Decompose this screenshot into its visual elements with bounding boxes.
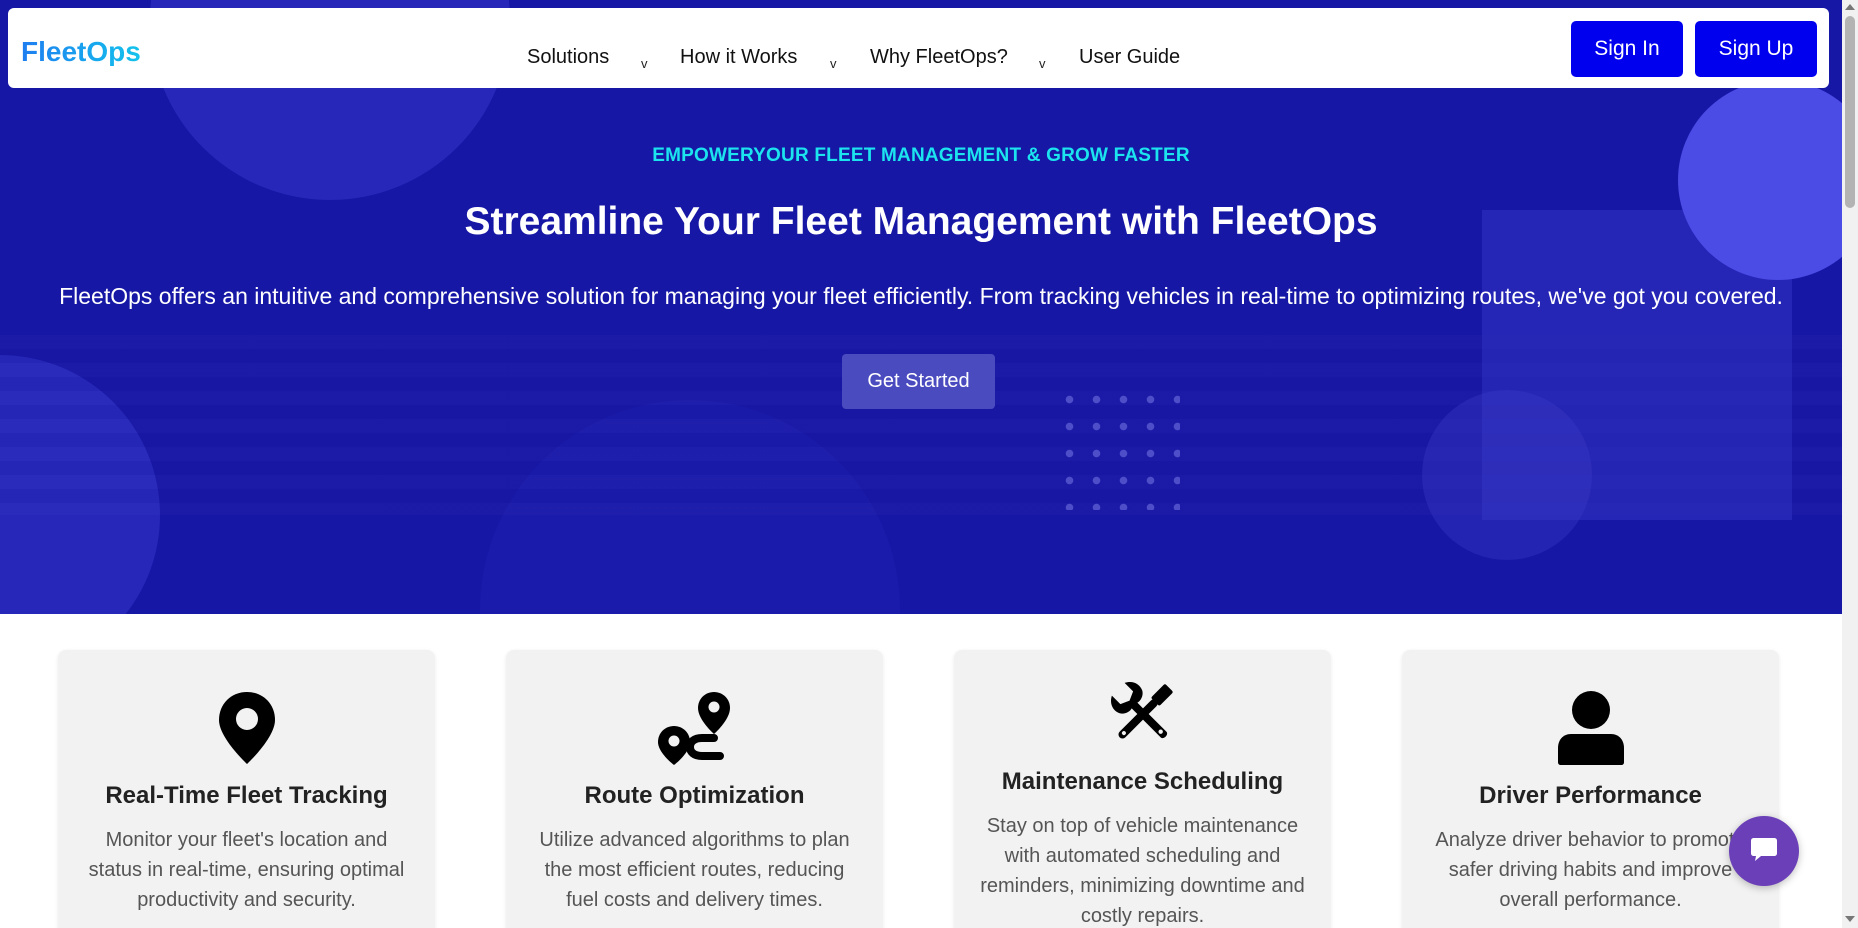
feature-card-route: Route Optimization Utilize advanced algo… <box>506 650 883 928</box>
feature-card-tracking: Real-Time Fleet Tracking Monitor your fl… <box>58 650 435 928</box>
top-navbar: FleetOps Solutions v How it Works v Why … <box>8 8 1829 88</box>
map-pin-icon <box>58 690 435 766</box>
chevron-down-icon[interactable]: v <box>641 56 648 71</box>
nav-item-how-it-works[interactable]: How it Works <box>680 46 797 69</box>
vertical-scrollbar[interactable] <box>1842 0 1858 928</box>
brand-logo[interactable]: FleetOps <box>21 38 141 66</box>
hero-subtitle: FleetOps offers an intuitive and compreh… <box>59 283 1783 309</box>
nav-item-solutions[interactable]: Solutions <box>527 46 609 69</box>
feature-description: Analyze driver behavior to promote safer… <box>1435 829 1746 911</box>
hero-title: Streamline Your Fleet Management with Fl… <box>464 200 1378 243</box>
chat-bubble-icon <box>1750 836 1778 867</box>
feature-title: Maintenance Scheduling <box>1001 768 1284 795</box>
feature-description: Monitor your fleet's location and status… <box>88 829 405 911</box>
feature-description: Stay on top of vehicle maintenance with … <box>980 815 1305 927</box>
route-icon <box>506 690 883 766</box>
feature-card-maintenance: Maintenance Scheduling Stay on top of ve… <box>954 650 1331 928</box>
scrollbar-thumb[interactable] <box>1845 16 1855 208</box>
feature-title: Real-Time Fleet Tracking <box>105 782 388 809</box>
feature-title: Route Optimization <box>584 782 805 809</box>
feature-title: Driver Performance <box>1479 782 1702 809</box>
scroll-up-arrow-icon[interactable] <box>1845 4 1855 10</box>
scroll-down-arrow-icon[interactable] <box>1845 916 1855 922</box>
user-icon <box>1402 690 1779 766</box>
hero-eyebrow: EMPOWERYOUR FLEET MANAGEMENT & GROW FAST… <box>652 145 1190 166</box>
nav-item-user-guide[interactable]: User Guide <box>1079 46 1180 69</box>
chat-button[interactable] <box>1729 816 1799 886</box>
get-started-button[interactable]: Get Started <box>842 354 995 409</box>
decorative-circle <box>1422 390 1592 560</box>
nav-item-why-fleetops[interactable]: Why FleetOps? <box>870 46 1008 69</box>
chevron-down-icon[interactable]: v <box>830 56 837 71</box>
feature-card-driver: Driver Performance Analyze driver behavi… <box>1402 650 1779 928</box>
hero-section: EMPOWERYOUR FLEET MANAGEMENT & GROW FAST… <box>0 0 1842 614</box>
tools-icon <box>954 675 1331 753</box>
sign-up-button[interactable]: Sign Up <box>1695 21 1817 77</box>
sign-in-button[interactable]: Sign In <box>1571 21 1683 77</box>
chevron-down-icon[interactable]: v <box>1039 56 1046 71</box>
decorative-dot-grid <box>1056 386 1180 510</box>
feature-description: Utilize advanced algorithms to plan the … <box>539 829 850 911</box>
